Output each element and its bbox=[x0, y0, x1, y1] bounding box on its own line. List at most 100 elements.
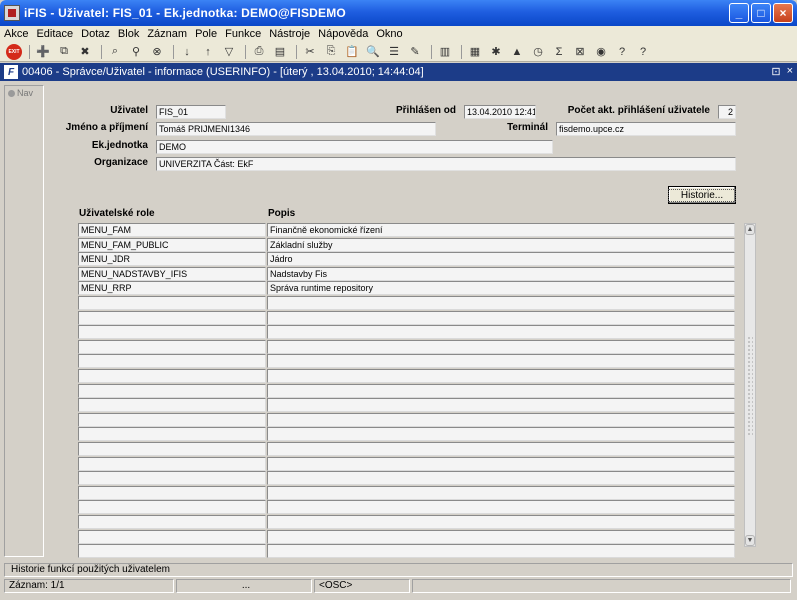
cell-popis[interactable] bbox=[267, 354, 735, 369]
scroll-thumb[interactable] bbox=[747, 336, 753, 436]
table-row[interactable] bbox=[78, 398, 738, 413]
table-row[interactable] bbox=[78, 471, 738, 486]
cell-role[interactable]: MENU_FAM bbox=[78, 223, 266, 237]
cell-popis[interactable] bbox=[267, 529, 735, 544]
scroll-up-icon[interactable]: ▲ bbox=[745, 224, 755, 235]
delete-record-icon[interactable]: ✖ bbox=[76, 44, 94, 60]
cell-role[interactable] bbox=[78, 500, 266, 515]
table-scrollbar[interactable]: ▲ ▼ bbox=[744, 223, 756, 547]
copy-record-icon[interactable]: ⧉ bbox=[55, 44, 73, 60]
organizace-field[interactable]: UNIVERZITA Část: EkF bbox=[156, 157, 736, 171]
copy-icon[interactable]: ⎘ bbox=[322, 44, 340, 60]
context-help-icon[interactable]: ? bbox=[634, 44, 652, 60]
table-row[interactable] bbox=[78, 412, 738, 427]
cell-role[interactable] bbox=[78, 398, 266, 413]
table-row[interactable] bbox=[78, 310, 738, 325]
jmeno-field[interactable]: Tomáš PRIJMENI1346 bbox=[156, 122, 436, 136]
table-row[interactable] bbox=[78, 296, 738, 310]
sum-icon[interactable]: Σ bbox=[550, 44, 568, 60]
filter-icon[interactable]: ▽ bbox=[220, 44, 238, 60]
minimize-button[interactable]: _ bbox=[729, 3, 749, 23]
cut-icon[interactable]: ✂ bbox=[301, 44, 319, 60]
cell-popis[interactable]: Základní služby bbox=[267, 237, 735, 252]
save-icon[interactable]: ▤ bbox=[271, 44, 289, 60]
pocet-field[interactable]: 2 bbox=[718, 105, 736, 119]
table-row[interactable] bbox=[78, 369, 738, 383]
table-row[interactable]: MENU_JDR Jádro bbox=[78, 252, 738, 267]
table-row[interactable] bbox=[78, 456, 738, 471]
cell-role[interactable] bbox=[78, 456, 266, 471]
cell-popis[interactable] bbox=[267, 456, 735, 471]
help-icon[interactable]: ? bbox=[613, 44, 631, 60]
cell-role[interactable] bbox=[78, 325, 266, 340]
cell-role[interactable]: MENU_FAM_PUBLIC bbox=[78, 237, 266, 252]
search-icon[interactable]: 🔍 bbox=[364, 44, 382, 60]
table-row[interactable] bbox=[78, 442, 738, 456]
cell-popis[interactable] bbox=[267, 442, 735, 456]
table-row[interactable] bbox=[78, 485, 738, 500]
menu-akce[interactable]: Akce bbox=[4, 28, 28, 40]
cell-popis[interactable]: Správa runtime repository bbox=[267, 281, 735, 296]
cell-popis[interactable]: Finančně ekonomické řízení bbox=[267, 223, 735, 237]
cell-role[interactable] bbox=[78, 427, 266, 442]
cell-popis[interactable] bbox=[267, 427, 735, 442]
table-row[interactable] bbox=[78, 354, 738, 369]
cell-role[interactable] bbox=[78, 471, 266, 486]
cancel-query-icon[interactable]: ⊗ bbox=[148, 44, 166, 60]
table-row[interactable] bbox=[78, 339, 738, 354]
cell-popis[interactable] bbox=[267, 412, 735, 427]
print-icon[interactable]: ⎙ bbox=[250, 44, 268, 60]
edit-icon[interactable]: ✎ bbox=[406, 44, 424, 60]
cell-role[interactable] bbox=[78, 485, 266, 500]
cell-popis[interactable] bbox=[267, 500, 735, 515]
table-row[interactable]: MENU_RRP Správa runtime repository bbox=[78, 281, 738, 296]
table-row[interactable] bbox=[78, 383, 738, 398]
terminal-field[interactable]: fisdemo.upce.cz bbox=[556, 122, 736, 136]
close-button[interactable]: × bbox=[773, 3, 793, 23]
mountain-icon[interactable]: ▲ bbox=[508, 44, 526, 60]
window-titlebar[interactable]: iFIS - Uživatel: FIS_01 - Ek.jednotka: D… bbox=[0, 0, 797, 26]
cell-role[interactable] bbox=[78, 515, 266, 529]
cell-popis[interactable] bbox=[267, 398, 735, 413]
cell-popis[interactable] bbox=[267, 339, 735, 354]
table-row[interactable] bbox=[78, 427, 738, 442]
menu-nastroje[interactable]: Nástroje bbox=[269, 28, 310, 40]
cell-popis[interactable] bbox=[267, 369, 735, 383]
exit-icon[interactable]: EXIT bbox=[6, 43, 22, 60]
cell-role[interactable]: MENU_NADSTAVBY_IFIS bbox=[78, 266, 266, 281]
calendar-icon[interactable]: ▦ bbox=[466, 44, 484, 60]
cell-popis[interactable]: Jádro bbox=[267, 252, 735, 267]
cell-popis[interactable] bbox=[267, 296, 735, 310]
execute-query-icon[interactable]: ⚲ bbox=[127, 44, 145, 60]
ekjednotka-field[interactable]: DEMO bbox=[156, 140, 553, 154]
table-row[interactable] bbox=[78, 500, 738, 515]
browser-icon[interactable]: ◉ bbox=[592, 44, 610, 60]
prihlasen-field[interactable]: 13.04.2010 12:41: bbox=[464, 105, 536, 119]
cell-role[interactable] bbox=[78, 354, 266, 369]
scroll-down-icon[interactable]: ▼ bbox=[745, 535, 755, 546]
table-row[interactable] bbox=[78, 544, 738, 559]
cell-role[interactable]: MENU_RRP bbox=[78, 281, 266, 296]
cell-popis[interactable] bbox=[267, 544, 735, 559]
cell-role[interactable] bbox=[78, 339, 266, 354]
cell-popis[interactable] bbox=[267, 471, 735, 486]
sort-desc-icon[interactable]: ↑ bbox=[199, 44, 217, 60]
menu-napoveda[interactable]: Nápověda bbox=[318, 28, 368, 40]
sort-asc-icon[interactable]: ↓ bbox=[178, 44, 196, 60]
tools-icon[interactable]: ✱ bbox=[487, 44, 505, 60]
table-row[interactable]: MENU_FAM Finančně ekonomické řízení bbox=[78, 223, 738, 237]
cell-role[interactable] bbox=[78, 529, 266, 544]
cell-role[interactable] bbox=[78, 383, 266, 398]
cell-popis[interactable] bbox=[267, 325, 735, 340]
table-row[interactable] bbox=[78, 325, 738, 340]
cell-popis[interactable] bbox=[267, 485, 735, 500]
menu-funkce[interactable]: Funkce bbox=[225, 28, 261, 40]
historie-button[interactable]: Historie... bbox=[667, 186, 737, 204]
paste-icon[interactable]: 📋 bbox=[343, 44, 361, 60]
cell-popis[interactable] bbox=[267, 310, 735, 325]
cell-role[interactable] bbox=[78, 442, 266, 456]
cell-popis[interactable]: Nadstavby Fis bbox=[267, 266, 735, 281]
table-row[interactable]: MENU_NADSTAVBY_IFIS Nadstavby Fis bbox=[78, 266, 738, 281]
menu-blok[interactable]: Blok bbox=[118, 28, 139, 40]
restore-button[interactable]: ⊡ bbox=[771, 65, 780, 78]
